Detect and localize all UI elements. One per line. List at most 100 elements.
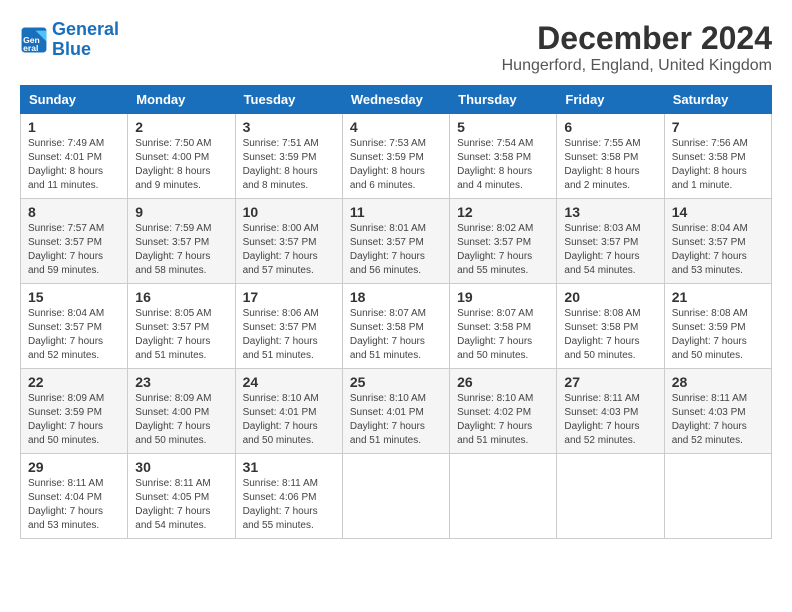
day-detail: Sunrise: 7:53 AMSunset: 3:59 PMDaylight:… xyxy=(350,137,442,193)
day-detail: Sunrise: 8:07 AMSunset: 3:58 PMDaylight:… xyxy=(350,307,442,363)
calendar-week-1: 1 Sunrise: 7:49 AMSunset: 4:01 PMDaylight… xyxy=(21,114,772,199)
calendar-cell xyxy=(450,454,557,539)
month-title: December 2024 xyxy=(502,20,772,57)
day-number: 7 xyxy=(672,119,764,135)
day-number: 4 xyxy=(350,119,442,135)
day-number: 28 xyxy=(672,374,764,390)
header-day-sunday: Sunday xyxy=(21,86,128,114)
day-number: 29 xyxy=(28,459,120,475)
calendar-cell: 27Sunrise: 8:11 AMSunset: 4:03 PMDayligh… xyxy=(557,369,664,454)
calendar-body: 1 Sunrise: 7:49 AMSunset: 4:01 PMDaylight… xyxy=(21,114,772,539)
day-detail: Sunrise: 8:09 AMSunset: 4:00 PMDaylight:… xyxy=(135,392,227,448)
calendar-cell: 14 Sunrise: 8:04 AMSunset: 3:57 PMDayligh… xyxy=(664,199,771,284)
day-detail: Sunrise: 8:09 AMSunset: 3:59 PMDaylight:… xyxy=(28,392,120,448)
day-detail: Sunrise: 8:11 AMSunset: 4:03 PMDaylight:… xyxy=(564,392,656,448)
day-detail: Sunrise: 8:08 AMSunset: 3:58 PMDaylight:… xyxy=(564,307,656,363)
calendar-week-2: 8 Sunrise: 7:57 AMSunset: 3:57 PMDaylight… xyxy=(21,199,772,284)
day-number: 12 xyxy=(457,204,549,220)
day-number: 23 xyxy=(135,374,227,390)
logo-line1: General xyxy=(52,19,119,39)
calendar-cell: 4 Sunrise: 7:53 AMSunset: 3:59 PMDaylight… xyxy=(342,114,449,199)
calendar-cell: 3 Sunrise: 7:51 AMSunset: 3:59 PMDaylight… xyxy=(235,114,342,199)
day-number: 25 xyxy=(350,374,442,390)
title-block: December 2024 Hungerford, England, Unite… xyxy=(502,20,772,75)
day-detail: Sunrise: 7:50 AMSunset: 4:00 PMDaylight:… xyxy=(135,137,227,193)
day-detail: Sunrise: 7:49 AMSunset: 4:01 PMDaylight:… xyxy=(28,137,120,193)
calendar-cell: 12 Sunrise: 8:02 AMSunset: 3:57 PMDayligh… xyxy=(450,199,557,284)
calendar-cell: 25 Sunrise: 8:10 AMSunset: 4:01 PMDayligh… xyxy=(342,369,449,454)
day-detail: Sunrise: 7:57 AMSunset: 3:57 PMDaylight:… xyxy=(28,222,120,278)
calendar-cell: 15Sunrise: 8:04 AMSunset: 3:57 PMDayligh… xyxy=(21,284,128,369)
day-number: 22 xyxy=(28,374,120,390)
calendar-table: SundayMondayTuesdayWednesdayThursdayFrid… xyxy=(20,85,772,539)
day-number: 24 xyxy=(243,374,335,390)
day-number: 10 xyxy=(243,204,335,220)
logo-line2: Blue xyxy=(52,39,91,59)
calendar-cell: 11 Sunrise: 8:01 AMSunset: 3:57 PMDayligh… xyxy=(342,199,449,284)
day-detail: Sunrise: 8:10 AMSunset: 4:01 PMDaylight:… xyxy=(350,392,442,448)
location-subtitle: Hungerford, England, United Kingdom xyxy=(502,57,772,75)
day-detail: Sunrise: 8:02 AMSunset: 3:57 PMDaylight:… xyxy=(457,222,549,278)
day-number: 8 xyxy=(28,204,120,220)
day-number: 19 xyxy=(457,289,549,305)
calendar-cell: 24Sunrise: 8:10 AMSunset: 4:01 PMDayligh… xyxy=(235,369,342,454)
logo: Gen eral General Blue xyxy=(20,20,119,60)
day-detail: Sunrise: 7:51 AMSunset: 3:59 PMDaylight:… xyxy=(243,137,335,193)
logo-text: General Blue xyxy=(52,20,119,60)
day-detail: Sunrise: 8:00 AMSunset: 3:57 PMDaylight:… xyxy=(243,222,335,278)
day-number: 16 xyxy=(135,289,227,305)
day-number: 31 xyxy=(243,459,335,475)
calendar-cell: 6 Sunrise: 7:55 AMSunset: 3:58 PMDaylight… xyxy=(557,114,664,199)
day-detail: Sunrise: 8:07 AMSunset: 3:58 PMDaylight:… xyxy=(457,307,549,363)
day-detail: Sunrise: 8:11 AMSunset: 4:06 PMDaylight:… xyxy=(243,477,335,533)
day-number: 11 xyxy=(350,204,442,220)
calendar-cell: 20Sunrise: 8:08 AMSunset: 3:58 PMDayligh… xyxy=(557,284,664,369)
header-day-monday: Monday xyxy=(128,86,235,114)
calendar-cell: 22 Sunrise: 8:09 AMSunset: 3:59 PMDayligh… xyxy=(21,369,128,454)
calendar-cell: 16Sunrise: 8:05 AMSunset: 3:57 PMDayligh… xyxy=(128,284,235,369)
day-detail: Sunrise: 8:01 AMSunset: 3:57 PMDaylight:… xyxy=(350,222,442,278)
calendar-cell: 19 Sunrise: 8:07 AMSunset: 3:58 PMDayligh… xyxy=(450,284,557,369)
page-header: Gen eral General Blue December 2024 Hung… xyxy=(20,20,772,75)
logo-icon: Gen eral xyxy=(20,26,48,54)
calendar-week-4: 22 Sunrise: 8:09 AMSunset: 3:59 PMDayligh… xyxy=(21,369,772,454)
day-number: 1 xyxy=(28,119,120,135)
calendar-cell: 18Sunrise: 8:07 AMSunset: 3:58 PMDayligh… xyxy=(342,284,449,369)
calendar-cell: 10 Sunrise: 8:00 AMSunset: 3:57 PMDayligh… xyxy=(235,199,342,284)
header-day-wednesday: Wednesday xyxy=(342,86,449,114)
calendar-cell: 13 Sunrise: 8:03 AMSunset: 3:57 PMDayligh… xyxy=(557,199,664,284)
calendar-cell xyxy=(342,454,449,539)
calendar-cell: 9Sunrise: 7:59 AMSunset: 3:57 PMDaylight… xyxy=(128,199,235,284)
day-detail: Sunrise: 8:11 AMSunset: 4:04 PMDaylight:… xyxy=(28,477,120,533)
day-number: 17 xyxy=(243,289,335,305)
day-number: 6 xyxy=(564,119,656,135)
day-detail: Sunrise: 7:54 AMSunset: 3:58 PMDaylight:… xyxy=(457,137,549,193)
day-number: 21 xyxy=(672,289,764,305)
day-number: 3 xyxy=(243,119,335,135)
day-detail: Sunrise: 7:55 AMSunset: 3:58 PMDaylight:… xyxy=(564,137,656,193)
calendar-cell: 1 Sunrise: 7:49 AMSunset: 4:01 PMDaylight… xyxy=(21,114,128,199)
calendar-cell: 30Sunrise: 8:11 AMSunset: 4:05 PMDayligh… xyxy=(128,454,235,539)
day-number: 26 xyxy=(457,374,549,390)
day-number: 14 xyxy=(672,204,764,220)
day-number: 13 xyxy=(564,204,656,220)
day-detail: Sunrise: 8:04 AMSunset: 3:57 PMDaylight:… xyxy=(672,222,764,278)
day-number: 15 xyxy=(28,289,120,305)
calendar-cell: 23 Sunrise: 8:09 AMSunset: 4:00 PMDayligh… xyxy=(128,369,235,454)
calendar-cell: 21 Sunrise: 8:08 AMSunset: 3:59 PMDayligh… xyxy=(664,284,771,369)
day-number: 5 xyxy=(457,119,549,135)
calendar-cell xyxy=(557,454,664,539)
day-number: 9 xyxy=(135,204,227,220)
day-detail: Sunrise: 8:11 AMSunset: 4:03 PMDaylight:… xyxy=(672,392,764,448)
svg-text:eral: eral xyxy=(23,43,38,53)
day-detail: Sunrise: 8:03 AMSunset: 3:57 PMDaylight:… xyxy=(564,222,656,278)
header-day-saturday: Saturday xyxy=(664,86,771,114)
calendar-cell: 31 Sunrise: 8:11 AMSunset: 4:06 PMDayligh… xyxy=(235,454,342,539)
calendar-cell: 2Sunrise: 7:50 AMSunset: 4:00 PMDaylight… xyxy=(128,114,235,199)
day-detail: Sunrise: 8:08 AMSunset: 3:59 PMDaylight:… xyxy=(672,307,764,363)
calendar-week-3: 15Sunrise: 8:04 AMSunset: 3:57 PMDayligh… xyxy=(21,284,772,369)
calendar-cell xyxy=(664,454,771,539)
day-detail: Sunrise: 8:10 AMSunset: 4:02 PMDaylight:… xyxy=(457,392,549,448)
header-day-friday: Friday xyxy=(557,86,664,114)
calendar-cell: 28 Sunrise: 8:11 AMSunset: 4:03 PMDayligh… xyxy=(664,369,771,454)
